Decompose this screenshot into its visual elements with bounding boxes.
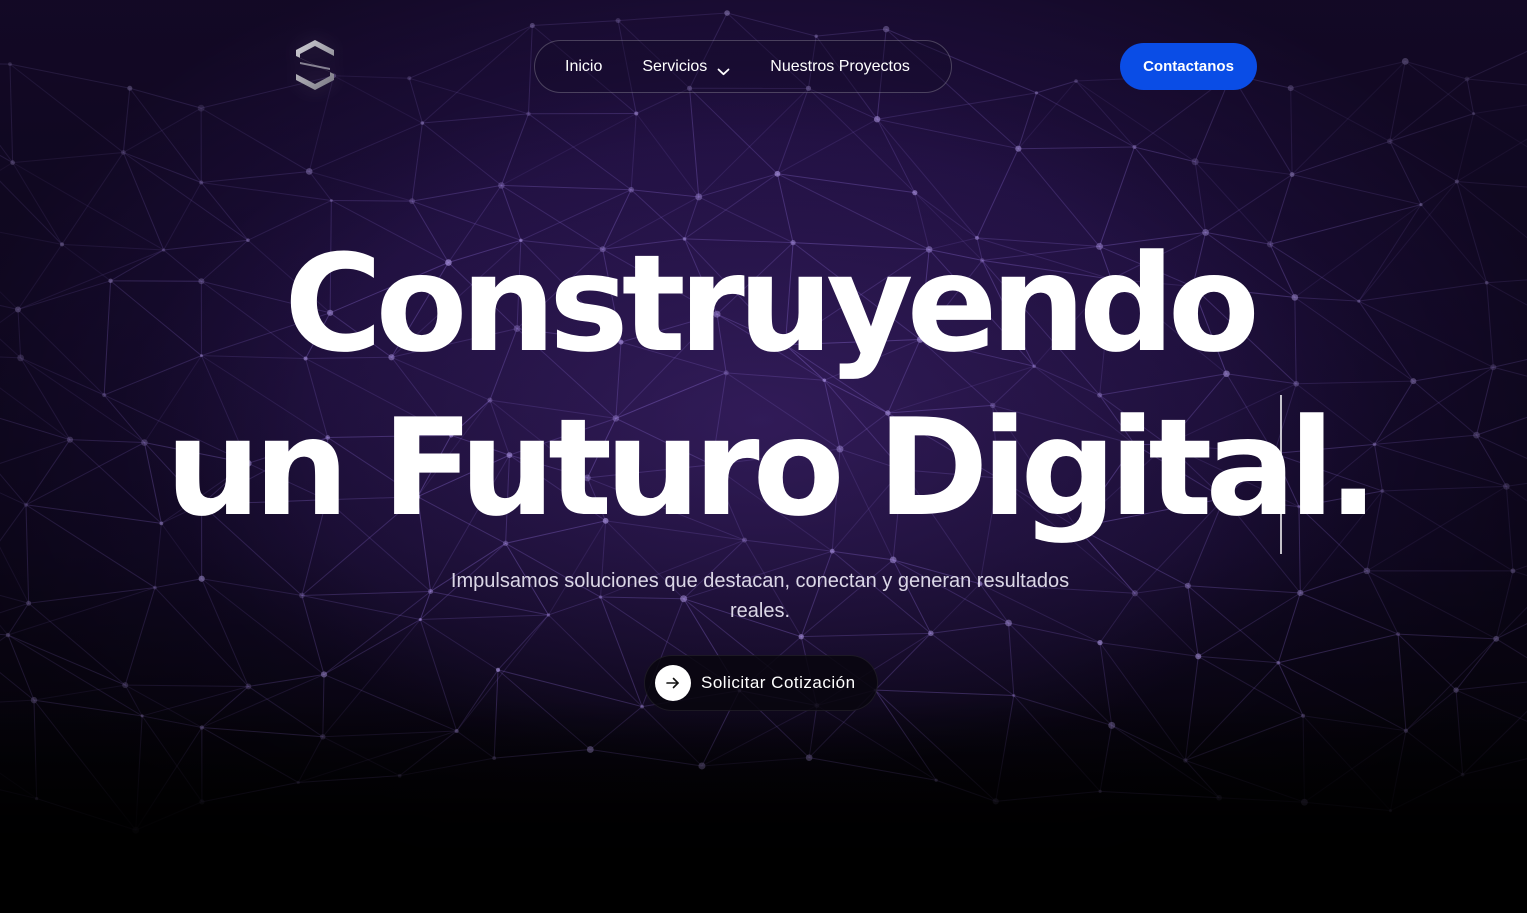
nav-item-proyectos[interactable]: Nuestros Proyectos [770, 58, 910, 76]
contact-button[interactable]: Contactanos [1120, 43, 1257, 90]
bottom-fade [0, 700, 1527, 913]
arrow-right-icon [655, 665, 691, 701]
nav-item-label: Nuestros Proyectos [770, 57, 910, 75]
nav-item-label: Servicios [642, 57, 708, 75]
hero-headline: Construyendo un Futuro Digital. [0, 222, 1527, 550]
hero-subtitle: Impulsamos soluciones que destacan, cone… [450, 570, 1070, 622]
request-quote-button[interactable]: Solicitar Cotización [644, 655, 878, 711]
nav-item-inicio[interactable]: Inicio [565, 58, 602, 76]
headline-line-2: un Futuro Digital. [165, 390, 1378, 546]
headline-line-1: Construyendo [284, 226, 1260, 382]
typing-caret [1280, 395, 1282, 554]
chevron-down-icon [717, 63, 730, 75]
request-quote-label: Solicitar Cotización [701, 673, 856, 692]
stacked-s-logo-icon[interactable] [292, 38, 338, 92]
nav-item-label: Inicio [565, 57, 603, 75]
main-nav: Inicio Servicios Nuestros Proyectos [534, 40, 952, 93]
nav-item-servicios[interactable]: Servicios [642, 58, 730, 76]
